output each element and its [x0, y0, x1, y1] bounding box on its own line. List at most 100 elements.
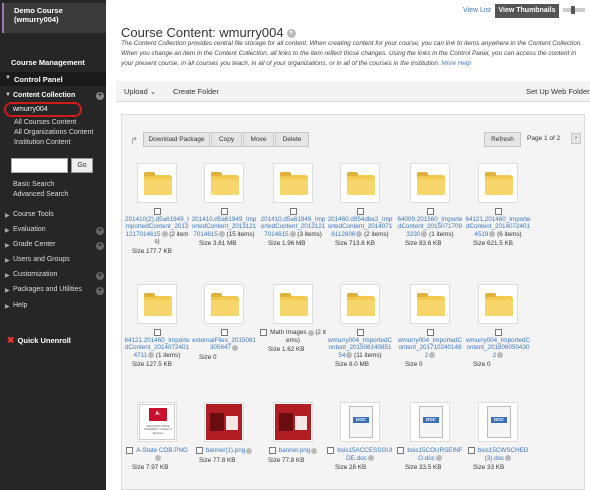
- content-item[interactable]: DOC bsis15ACCESSGUIDE.doc Size 28 KB: [327, 402, 393, 471]
- web-folder-link[interactable]: Set Up Web Folder: [526, 87, 590, 96]
- chevron-down-icon[interactable]: [429, 352, 436, 359]
- institution-content-link[interactable]: Institution Content: [14, 139, 70, 146]
- plus-icon[interactable]: +: [96, 242, 104, 250]
- folder-icon[interactable]: [340, 163, 380, 203]
- item-name-link[interactable]: 201410.d5a61949_ImportedContent_20131217…: [260, 216, 326, 238]
- chevron-down-icon[interactable]: [356, 231, 363, 238]
- chevron-down-icon[interactable]: [346, 352, 353, 359]
- item-name-link[interactable]: wmurry004_ImportedContent_2018060504302: [465, 337, 531, 359]
- item-name-link[interactable]: Math Images (2 items): [260, 329, 326, 344]
- item-name-link[interactable]: bsis15CWSCHED(3).doc: [465, 447, 531, 462]
- item-checkbox[interactable]: [220, 329, 228, 336]
- chevron-down-icon[interactable]: [421, 231, 428, 238]
- folder-icon[interactable]: [137, 284, 177, 324]
- plus-icon[interactable]: +: [96, 272, 104, 280]
- copy-button[interactable]: Copy: [211, 132, 242, 147]
- document-icon[interactable]: DOC: [478, 402, 518, 442]
- chevron-down-icon[interactable]: [246, 447, 253, 454]
- item-name-link[interactable]: bsis15COURSEINFO.doc: [397, 447, 463, 462]
- content-item[interactable]: wmurry004_ImportedContent_20150814085154…: [327, 284, 393, 368]
- folder-icon[interactable]: [410, 163, 450, 203]
- view-list-link[interactable]: View List: [463, 7, 491, 14]
- sidebar-item-users-groups[interactable]: ▶ Users and Groups: [0, 256, 106, 268]
- content-item[interactable]: 201410(2).d5a61949_ImportedContent_20131…: [124, 163, 190, 255]
- go-button[interactable]: Go: [71, 158, 93, 173]
- document-icon[interactable]: DOC: [410, 402, 450, 442]
- chevron-down-icon[interactable]: [232, 344, 238, 351]
- sidebar-item-evaluation[interactable]: ▶ Evaluation +: [0, 226, 106, 238]
- content-item[interactable]: 64009.201560_ImportedContent_20150717093…: [397, 163, 463, 247]
- chevron-down-icon[interactable]: [148, 352, 155, 359]
- folder-icon[interactable]: [204, 163, 244, 203]
- sidebar-item-grade-center[interactable]: ▶ Grade Center +: [0, 241, 106, 253]
- content-item[interactable]: 201410.d5a61949_ImportedContent_20131217…: [260, 163, 326, 247]
- item-checkbox[interactable]: [356, 329, 364, 336]
- item-name-link[interactable]: wmurry004_ImportedContent_20150814085154…: [327, 337, 393, 359]
- item-checkbox[interactable]: [195, 447, 203, 454]
- folder-icon[interactable]: [273, 284, 313, 324]
- content-item[interactable]: 201410.d5a61949_ImportedContent_20131217…: [191, 163, 257, 247]
- item-name-link[interactable]: 64009.201560_ImportedContent_20150717093…: [397, 216, 463, 238]
- content-item[interactable]: DOC bsis15COURSEINFO.doc Size 33.5 KB: [397, 402, 463, 471]
- plus-icon[interactable]: +: [96, 92, 104, 100]
- chevron-down-icon[interactable]: [311, 447, 318, 454]
- item-checkbox[interactable]: [426, 329, 434, 336]
- folder-icon[interactable]: [204, 284, 244, 324]
- item-name-link[interactable]: banner(1).png: [191, 447, 257, 455]
- folder-icon[interactable]: [410, 284, 450, 324]
- chevron-down-icon[interactable]: [497, 352, 504, 359]
- item-checkbox[interactable]: [153, 208, 161, 215]
- chevron-down-icon[interactable]: [218, 231, 225, 238]
- plus-icon[interactable]: +: [96, 287, 104, 295]
- delete-button[interactable]: Delete: [275, 132, 309, 147]
- item-name-link[interactable]: wmurry004_ImportedContent_2017102401482: [397, 337, 463, 359]
- item-checkbox[interactable]: [467, 447, 475, 454]
- item-checkbox[interactable]: [220, 208, 228, 215]
- chevron-down-icon[interactable]: [367, 454, 374, 461]
- item-checkbox[interactable]: [426, 208, 434, 215]
- content-item[interactable]: wmurry004_ImportedContent_2017102401482 S…: [397, 284, 463, 368]
- content-item[interactable]: banner.png Size 77.8 KB: [260, 402, 326, 464]
- content-item[interactable]: 64121.201460_ImportedContent_20140724014…: [465, 163, 531, 247]
- chevron-down-icon[interactable]: [161, 231, 168, 238]
- item-name-link[interactable]: banner.png: [260, 447, 326, 455]
- upload-menu[interactable]: Upload ⌄: [124, 87, 156, 96]
- item-name-link[interactable]: 201460.d954dbe2_ImportedContent_20140716…: [327, 216, 393, 238]
- folder-icon[interactable]: [478, 163, 518, 203]
- chevron-down-icon[interactable]: [505, 454, 512, 461]
- content-item[interactable]: externalFiles_2015081305647 Size 0: [191, 284, 257, 361]
- advanced-search-link[interactable]: Advanced Search: [13, 191, 68, 198]
- item-name-link[interactable]: 201410.d5a61949_ImportedContent_20131217…: [191, 216, 257, 238]
- chevron-down-icon[interactable]: [154, 454, 161, 461]
- item-checkbox[interactable]: [494, 208, 502, 215]
- chevron-down-icon[interactable]: [489, 231, 496, 238]
- content-item[interactable]: Math Images (2 items) Size 1.62 KB: [260, 284, 326, 353]
- sidebar-item-customization[interactable]: ▶ Customization +: [0, 271, 106, 283]
- view-toggle[interactable]: [563, 6, 585, 14]
- item-checkbox[interactable]: [153, 329, 161, 336]
- folder-icon[interactable]: [340, 284, 380, 324]
- folder-icon[interactable]: [273, 163, 313, 203]
- item-checkbox[interactable]: [289, 208, 297, 215]
- sidebar-item-course-tools[interactable]: ▶ Course Tools: [0, 211, 106, 223]
- content-item[interactable]: 64121.201460_ImportedContent_20140724014…: [124, 284, 190, 368]
- download-package-button[interactable]: Download Package: [143, 132, 210, 147]
- content-item[interactable]: 201460.d954dbe2_ImportedContent_20140716…: [327, 163, 393, 247]
- item-checkbox[interactable]: [397, 447, 405, 454]
- content-item[interactable]: wmurry004_ImportedContent_2018060504302 S…: [465, 284, 531, 368]
- course-title[interactable]: Demo Course (wmurry004): [2, 3, 106, 33]
- content-collection-item[interactable]: ▼ Content Collection: [5, 92, 75, 99]
- item-name-link[interactable]: 201410(2).d5a61949_ImportedContent_20131…: [124, 216, 190, 246]
- sidebar-item-wmurry004[interactable]: wmurry004: [4, 102, 82, 117]
- sidebar-item-packages-utilities[interactable]: ▶ Packages and Utilities +: [0, 286, 106, 298]
- content-item[interactable]: banner(1).png Size 77.8 KB: [191, 402, 257, 464]
- image-thumbnail[interactable]: [204, 402, 244, 442]
- more-help-link[interactable]: More Help: [441, 60, 470, 67]
- item-name-link[interactable]: externalFiles_2015081305647: [191, 337, 257, 352]
- image-thumbnail[interactable]: A-STATE ARKANSAS STATE UNIVERSITY College…: [137, 402, 177, 442]
- item-name-link[interactable]: 64121.201460_ImportedContent_20140724014…: [124, 337, 190, 359]
- move-button[interactable]: Move: [243, 132, 274, 147]
- control-panel-header[interactable]: ▼ Control Panel: [0, 72, 106, 86]
- chevron-down-icon[interactable]: [307, 329, 314, 336]
- folder-icon[interactable]: [478, 284, 518, 324]
